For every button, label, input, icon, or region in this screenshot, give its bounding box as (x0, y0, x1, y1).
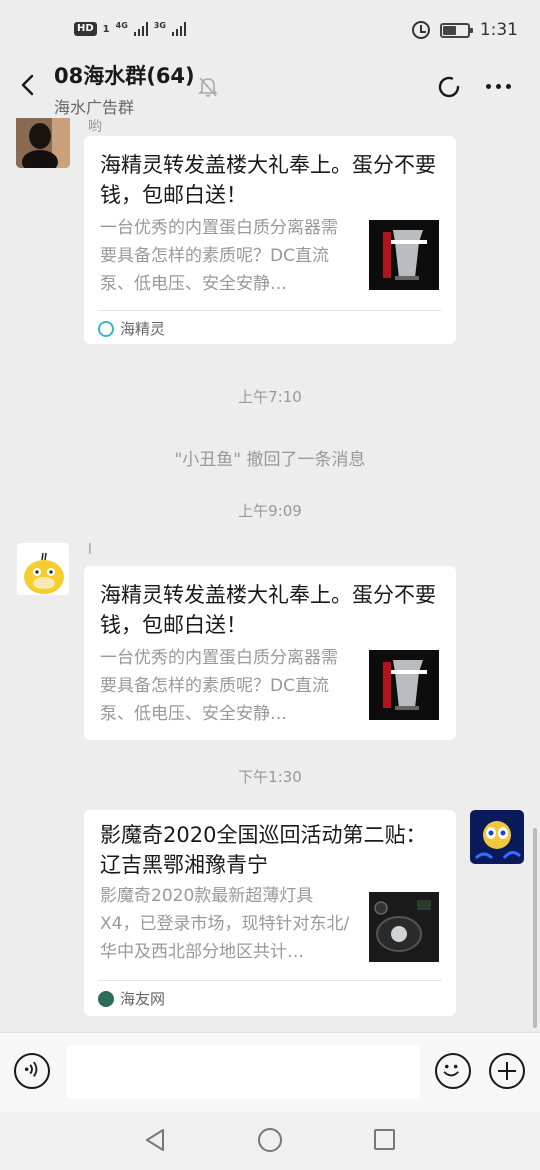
more-options-icon[interactable] (486, 84, 511, 89)
battery-icon (439, 22, 473, 38)
card-divider (98, 310, 442, 311)
chat-subtitle: 海水广告群 (54, 98, 135, 117)
timestamp: 上午9:09 (238, 502, 302, 520)
card-title: 海精灵转发盖楼大礼奉上。蛋分不要钱，包邮白送！ (100, 153, 436, 207)
voice-input-button[interactable] (14, 1053, 50, 1089)
signal-icon (171, 22, 186, 36)
card-title: 海精灵转发盖楼大礼奉上。蛋分不要钱，包邮白送！ (100, 583, 436, 637)
card-source: 海友网 (98, 988, 165, 1009)
title-block[interactable]: 08海水群(64) 海水广告群 (54, 60, 195, 118)
more-functions-button[interactable] (489, 1053, 525, 1089)
site-logo-icon (98, 990, 114, 1007)
card-description: 一台优秀的内置蛋白质分离器需要具备怎样的素质呢？DC直流泵、低电压、安全安静… (100, 648, 338, 724)
scrollbar[interactable] (533, 828, 537, 1028)
my-avatar[interactable] (470, 810, 524, 864)
network-indicators: HD 1 4G 3G (74, 22, 186, 36)
card-source-label: 海友网 (120, 990, 166, 1008)
link-card[interactable]: 海精灵转发盖楼大礼奉上。蛋分不要钱，包邮白送！ 一台优秀的内置蛋白质分离器需要具… (84, 136, 456, 344)
input-bar (0, 1032, 540, 1112)
nav-home-icon[interactable] (258, 1128, 282, 1152)
card-description: 一台优秀的内置蛋白质分离器需要具备怎样的素质呢？DC直流泵、低电压、安全安静… (100, 218, 338, 294)
mini-program-icon (98, 320, 114, 337)
battery-fill (442, 25, 456, 35)
system-indicators: 1:31 (411, 20, 518, 40)
link-card[interactable]: 海精灵转发盖楼大礼奉上。蛋分不要钱，包邮白送！ 一台优秀的内置蛋白质分离器需要具… (84, 566, 456, 740)
avatar[interactable] (16, 542, 70, 596)
avatar-image (17, 543, 69, 595)
muted-bell-icon (198, 77, 218, 97)
card-thumbnail (369, 892, 439, 962)
card-source-label: 海精灵 (120, 320, 166, 338)
network-type-2: 3G (153, 21, 166, 30)
sim-slot-label: 1 (102, 23, 110, 35)
card-divider (98, 980, 442, 981)
avatar-image (470, 810, 524, 864)
alarm-icon (411, 21, 430, 39)
nav-back-icon[interactable] (144, 1128, 166, 1152)
avatar-image (16, 118, 70, 168)
smiley-icon (443, 1064, 459, 1077)
timestamp: 下午1:30 (238, 768, 302, 786)
card-thumbnail (369, 220, 439, 290)
hd-badge: HD (74, 22, 97, 36)
clock: 1:31 (479, 20, 518, 40)
card-thumbnail (369, 650, 439, 720)
emoji-button[interactable] (435, 1053, 471, 1089)
sender-name: 哟 (88, 119, 102, 135)
voice-icon (24, 1061, 38, 1077)
avatar[interactable] (16, 118, 70, 168)
card-description: 影魔奇2020款最新超薄灯具X4，已登录市场，现特针对东北/华中及西北部分地区共… (100, 886, 350, 962)
refresh-icon[interactable] (436, 74, 462, 100)
signal-icon (133, 22, 148, 36)
system-nav-bar (0, 1112, 540, 1170)
message-list[interactable]: 哟 海精灵转发盖楼大礼奉上。蛋分不要钱，包邮白送！ 一台优秀的内置蛋白质分离器需… (0, 118, 540, 1032)
card-source: 海精灵 (98, 318, 165, 339)
back-arrow-icon[interactable] (18, 74, 40, 96)
message-input[interactable] (66, 1045, 420, 1099)
sender-name: l (88, 542, 92, 558)
link-card[interactable]: 影魔奇2020全国巡回活动第二贴： 辽吉黑鄂湘豫青宁 影魔奇2020款最新超薄灯… (84, 810, 456, 1016)
recall-notice: "小丑鱼" 撤回了一条消息 (174, 450, 366, 470)
card-title: 影魔奇2020全国巡回活动第二贴： 辽吉黑鄂湘豫青宁 (100, 823, 427, 877)
chat-title: 08海水群(64) (54, 64, 195, 88)
nav-recents-icon[interactable] (374, 1129, 395, 1150)
chat-header: 08海水群(64) 海水广告群 (0, 56, 540, 118)
network-type-1: 4G (115, 21, 128, 30)
timestamp: 上午7:10 (238, 388, 302, 406)
